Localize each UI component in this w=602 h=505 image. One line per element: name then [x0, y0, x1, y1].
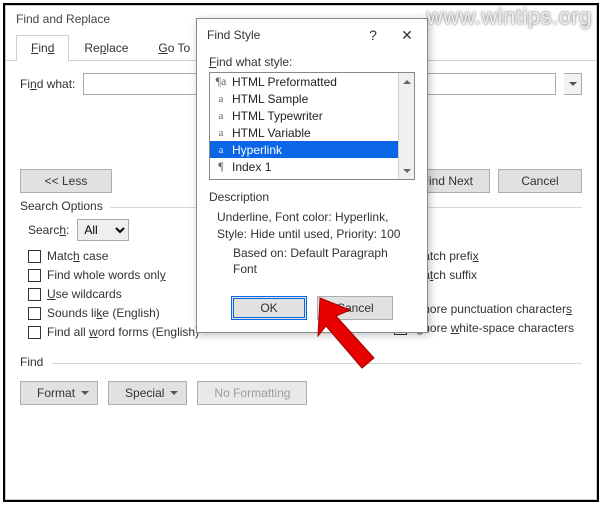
style-item-label: HTML Preformatted	[232, 75, 337, 89]
style-list-item[interactable]: ¶a HTML Preformatted	[210, 73, 398, 90]
description-line-1: Underline, Font color: Hyperlink, Style:…	[209, 207, 415, 243]
style-item-label: HTML Variable	[232, 126, 311, 140]
style-icon: a	[214, 127, 228, 139]
style-icon: a	[214, 144, 228, 156]
style-item-label: Hyperlink	[232, 143, 282, 157]
style-list-item[interactable]: a Hyperlink	[210, 141, 398, 158]
style-list-item[interactable]: a HTML Variable	[210, 124, 398, 141]
style-list-item[interactable]: a HTML Sample	[210, 90, 398, 107]
arrow-down-icon	[403, 169, 411, 177]
description-label: Description	[209, 190, 415, 204]
style-list-item[interactable]: a HTML Typewriter	[210, 107, 398, 124]
ok-button[interactable]: OK	[231, 296, 307, 320]
help-icon[interactable]: ?	[361, 25, 385, 45]
modal-titlebar: Find Style ? ✕	[197, 19, 427, 49]
modal-title: Find Style	[207, 28, 260, 42]
style-icon: ¶	[214, 159, 228, 174]
style-list-label: Find what style:	[209, 55, 415, 69]
style-list-item[interactable]: ¶ Index 1	[210, 158, 398, 175]
close-icon[interactable]: ✕	[395, 25, 419, 45]
style-item-label: Index 1	[232, 160, 271, 174]
style-item-label: HTML Sample	[232, 92, 308, 106]
find-style-dialog: Find Style ? ✕ Find what style: ¶aHTML P…	[196, 18, 428, 333]
scrollbar[interactable]	[398, 73, 414, 179]
scroll-down-button[interactable]	[399, 163, 414, 179]
description-line-2: Based on: Default Paragraph Font	[209, 243, 415, 279]
modal-cancel-button[interactable]: Cancel	[317, 296, 393, 320]
style-icon: ¶a	[214, 74, 228, 89]
scroll-up-button[interactable]	[399, 73, 414, 89]
arrow-up-icon	[403, 76, 411, 84]
style-item-label: HTML Typewriter	[232, 109, 323, 123]
style-listbox[interactable]: ¶aHTML PreformattedaHTML SampleaHTML Typ…	[209, 72, 415, 180]
style-icon: a	[214, 110, 228, 122]
style-icon: a	[214, 93, 228, 105]
